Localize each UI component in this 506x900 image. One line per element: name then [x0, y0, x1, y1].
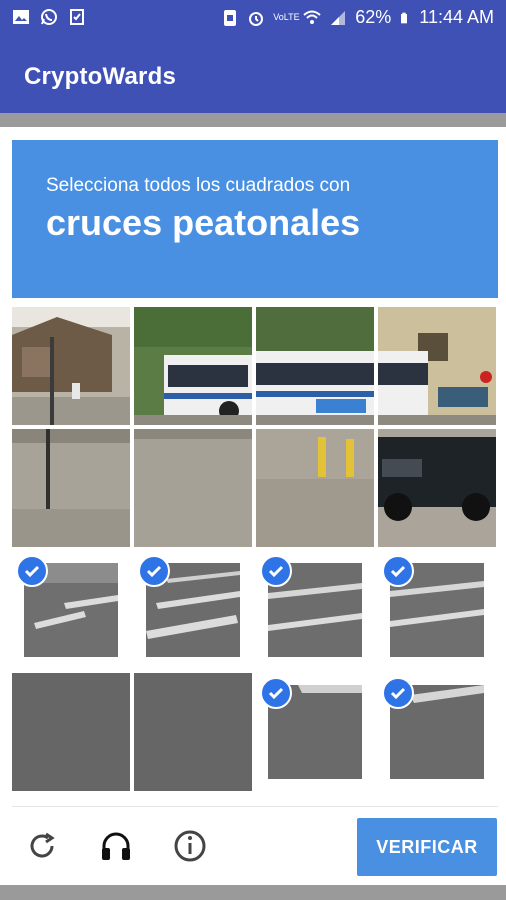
audio-headphones-icon[interactable]	[98, 828, 134, 864]
image-icon	[13, 10, 29, 24]
captcha-tile[interactable]	[378, 673, 496, 791]
selected-check-icon	[260, 555, 292, 587]
battery-percent: 62%	[355, 7, 392, 27]
tile-image	[378, 307, 496, 425]
wifi-icon	[303, 10, 321, 24]
captcha-tile[interactable]	[12, 429, 130, 547]
selected-check-icon	[138, 555, 170, 587]
tile-image	[134, 673, 252, 791]
system-status: VoLTE 62% 11:44 AM	[221, 7, 494, 28]
captcha-tile[interactable]	[12, 307, 130, 425]
app-title: CryptoWards	[24, 63, 176, 90]
selected-check-icon	[382, 555, 414, 587]
sim-icon	[224, 9, 237, 26]
tile-image	[12, 307, 130, 425]
tile-image	[256, 307, 374, 425]
captcha-tile[interactable]	[256, 307, 374, 425]
captcha-controls	[24, 828, 208, 864]
whatsapp-icon	[41, 9, 57, 25]
tile-image	[12, 673, 130, 791]
captcha-tile[interactable]	[12, 673, 130, 791]
volte-icon: VoLTE	[273, 12, 300, 22]
captcha-tile[interactable]	[378, 307, 496, 425]
captcha-tile[interactable]	[134, 551, 252, 669]
captcha-tile[interactable]	[134, 307, 252, 425]
clock: 11:44 AM	[419, 7, 494, 27]
alarm-icon	[249, 11, 264, 26]
reload-icon[interactable]	[24, 828, 60, 864]
captcha-tile[interactable]	[12, 551, 130, 669]
selected-check-icon	[16, 555, 48, 587]
captcha-tile[interactable]	[256, 551, 374, 669]
info-icon[interactable]	[172, 828, 208, 864]
tile-image	[378, 429, 496, 547]
captcha-tile[interactable]	[378, 429, 496, 547]
captcha-tile[interactable]	[256, 673, 374, 791]
captcha-tile[interactable]	[256, 429, 374, 547]
prompt-target: cruces peatonales	[46, 202, 361, 243]
bottom-overlay	[0, 885, 506, 900]
tile-image	[134, 307, 252, 425]
selected-check-icon	[382, 677, 414, 709]
divider	[12, 806, 498, 807]
captcha-tile[interactable]	[134, 673, 252, 791]
tile-image	[12, 429, 130, 547]
captcha-grid	[12, 307, 498, 793]
selected-check-icon	[260, 677, 292, 709]
battery-icon	[401, 12, 408, 23]
captcha-tile[interactable]	[134, 429, 252, 547]
captcha-tile[interactable]	[378, 551, 496, 669]
clipboard-icon	[70, 9, 84, 25]
prompt-instruction: Selecciona todos los cuadrados con	[46, 175, 351, 196]
status-bar: VoLTE 62% 11:44 AM	[0, 0, 506, 35]
verify-button[interactable]: VERIFICAR	[357, 818, 497, 876]
tile-image	[256, 429, 374, 547]
tile-image	[134, 429, 252, 547]
signal-icon	[331, 10, 346, 25]
notification-icons	[12, 8, 86, 26]
app-bar: CryptoWards	[0, 35, 506, 113]
captcha-prompt: Selecciona todos los cuadrados con cruce…	[12, 140, 498, 298]
